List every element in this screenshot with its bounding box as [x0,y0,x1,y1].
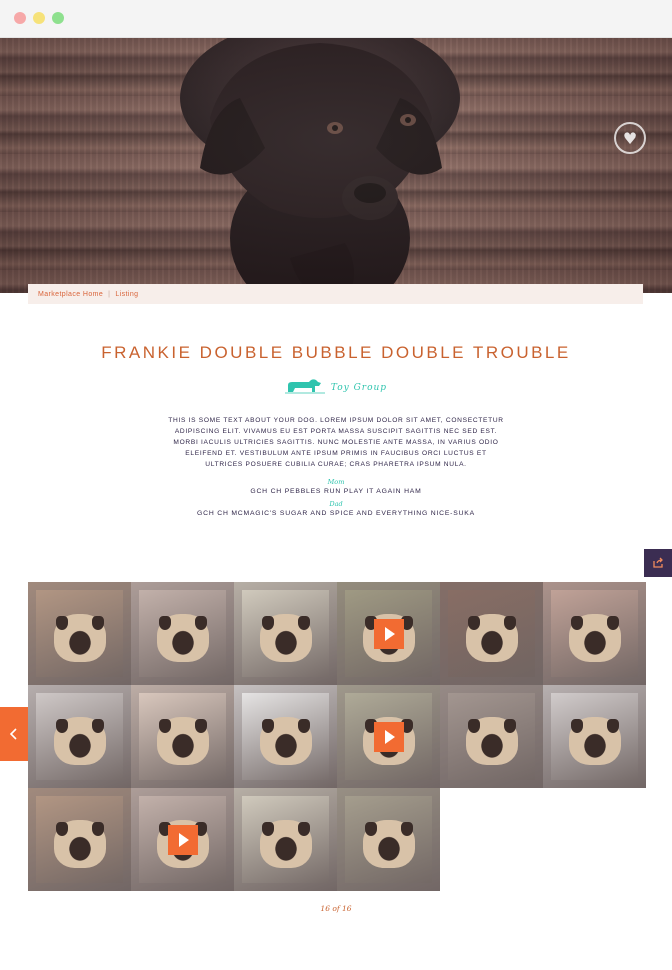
photo-gallery [28,582,646,891]
favorite-button[interactable]: ♥ [614,122,646,154]
gallery-video-tile[interactable] [337,685,440,788]
dog-silhouette-icon [284,379,325,394]
maximize-window-button[interactable] [52,12,64,24]
gallery-photo-tile[interactable] [543,582,646,685]
play-icon[interactable] [373,618,404,649]
heart-icon: ♥ [622,128,638,148]
group-label: Toy Group [330,383,388,393]
gallery-photo-tile[interactable] [440,582,543,685]
gallery-photo-tile[interactable] [28,788,131,891]
gallery-counter: 16 of 16 [320,904,352,913]
minimize-window-button[interactable] [33,12,45,24]
gallery-photo-tile[interactable] [131,582,234,685]
gallery-photo-tile[interactable] [543,685,646,788]
gallery-prev-button[interactable] [0,707,28,761]
dad-label: Dad [329,500,343,508]
breadcrumb: Marketplace Home | Listing [28,284,643,304]
group-row: Toy Group [0,374,672,398]
play-icon[interactable] [167,824,198,855]
listing-description: THIS IS SOME TEXT ABOUT YOUR DOG. LOREM … [168,417,504,468]
close-window-button[interactable] [14,12,26,24]
gallery-photo-tile[interactable] [440,685,543,788]
play-icon[interactable] [373,721,404,752]
listing-title: FRANKIE DOUBLE BUBBLE DOUBLE TROUBLE [101,343,571,362]
share-button[interactable] [644,549,672,577]
chevron-left-icon [10,728,17,740]
breadcrumb-listing[interactable]: Listing [115,291,138,298]
gallery-photo-tile[interactable] [28,685,131,788]
breadcrumb-marketplace-home[interactable]: Marketplace Home [38,291,103,298]
gallery-photo-tile[interactable] [234,788,337,891]
dad-name: GCH CH MCMAGIC'S SUGAR AND SPICE AND EVE… [197,510,475,517]
hero-image: ♥ [0,38,672,293]
breadcrumb-separator: | [108,290,111,298]
gallery-photo-tile[interactable] [131,685,234,788]
mom-label: Mom [327,478,345,486]
mom-name: GCH CH PEBBLES RUN PLAY IT AGAIN HAM [250,488,422,495]
share-icon [653,557,663,568]
gallery-video-tile[interactable] [337,582,440,685]
window-titlebar [0,0,672,38]
gallery-video-tile[interactable] [131,788,234,891]
gallery-photo-tile[interactable] [234,685,337,788]
gallery-photo-tile[interactable] [28,582,131,685]
gallery-photo-tile[interactable] [234,582,337,685]
gallery-photo-tile[interactable] [337,788,440,891]
